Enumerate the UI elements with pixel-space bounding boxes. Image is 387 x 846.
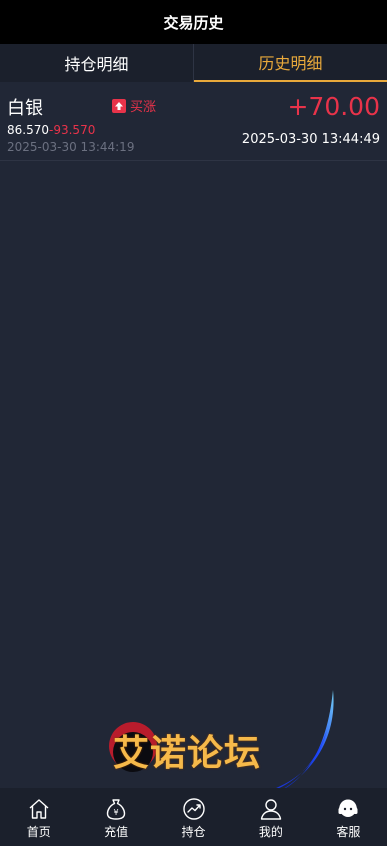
nav-label: 客服 xyxy=(336,825,361,839)
user-icon xyxy=(260,799,282,820)
headset-icon xyxy=(338,799,358,817)
page-title: 交易历史 xyxy=(163,13,224,32)
direction-label: 买涨 xyxy=(130,100,157,115)
chart-icon xyxy=(182,798,205,820)
tab-bar: 持仓明细 历史明细 xyxy=(0,44,387,82)
price-range: 86.570-93.570 xyxy=(7,123,95,137)
nav-service[interactable]: 客服 xyxy=(310,788,387,846)
open-time: 2025-03-30 13:44:19 xyxy=(7,140,135,154)
watermark-text: 艾诺论坛 xyxy=(113,733,262,774)
tab-positions[interactable]: 持仓明细 xyxy=(0,44,193,82)
money-bag-icon: ¥ xyxy=(106,799,126,820)
nav-recharge[interactable]: ¥ 充值 xyxy=(77,788,154,846)
nav-label: 持仓 xyxy=(181,825,206,839)
history-record[interactable]: 白银 买涨 86.570-93.570 2025-03-30 13:44:19 … xyxy=(0,82,387,161)
nav-label: 充值 xyxy=(104,825,129,839)
profit-value: +70.00 xyxy=(287,92,380,121)
svg-text:¥: ¥ xyxy=(114,808,119,817)
open-price: 86.570 xyxy=(7,123,49,137)
home-icon xyxy=(29,799,49,819)
bottom-nav: 首页 ¥ 充值 持仓 我的 客服 xyxy=(0,788,387,846)
tab-history[interactable]: 历史明细 xyxy=(194,44,387,82)
nav-positions[interactable]: 持仓 xyxy=(155,788,232,846)
nav-label: 首页 xyxy=(26,825,51,839)
nav-mine[interactable]: 我的 xyxy=(232,788,309,846)
nav-home[interactable]: 首页 xyxy=(0,788,77,846)
close-price: 93.570 xyxy=(53,123,96,137)
close-time: 2025-03-30 13:44:49 xyxy=(241,132,380,147)
arrow-up-icon xyxy=(112,98,126,113)
direction-badge: 买涨 xyxy=(112,96,156,115)
top-bar: 交易历史 xyxy=(0,0,387,44)
product-name: 白银 xyxy=(7,98,43,119)
nav-label: 我的 xyxy=(258,825,283,839)
